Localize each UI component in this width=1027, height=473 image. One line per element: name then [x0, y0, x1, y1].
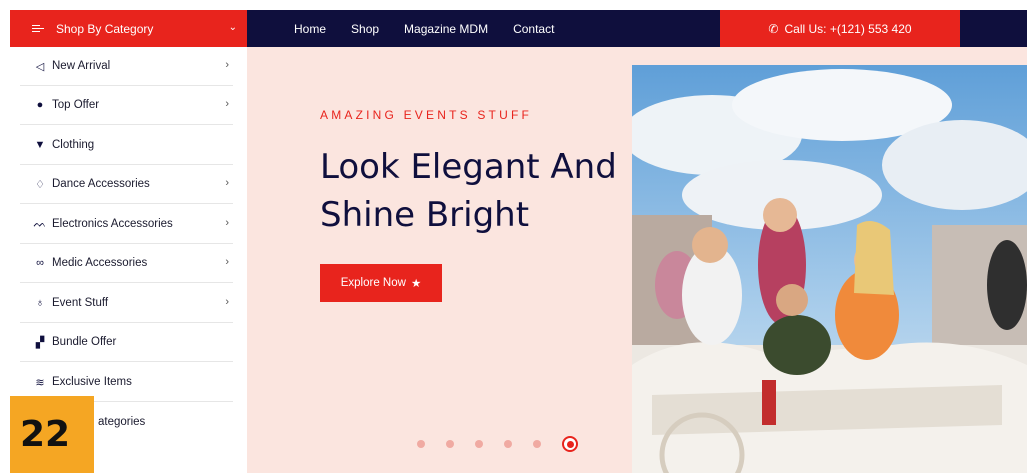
sidebar-item-medic-accessories[interactable]: ∞ Medic Accessories ›	[20, 244, 233, 283]
call-us-label: Call Us: +(121) 553 420	[784, 21, 912, 36]
chevron-right-icon: ›	[225, 296, 229, 308]
people-icon: ᨓ	[33, 217, 47, 230]
shop-by-category-button[interactable]: Shop By Category ⌄	[10, 10, 247, 47]
nav-link-shop[interactable]: Shop	[351, 22, 379, 36]
sidebar-item-new-arrival[interactable]: ◁ New Arrival ›	[20, 47, 233, 86]
sidebar-item-label: Exclusive Items	[52, 376, 132, 388]
chevron-down-icon: ⌄	[228, 22, 237, 33]
hero-slider: AMAZING EVENTS STUFF Look Elegant And Sh…	[247, 47, 1027, 473]
step-number-badge: 22	[10, 396, 94, 473]
slider-dot[interactable]	[504, 440, 512, 448]
slider-dots	[417, 436, 578, 452]
sidebar-item-label: Medic Accessories	[52, 257, 148, 269]
main-nav: Home Shop Magazine MDM Contact	[294, 10, 554, 47]
nav-link-contact[interactable]: Contact	[513, 22, 554, 36]
nav-link-magazine[interactable]: Magazine MDM	[404, 22, 488, 36]
sidebar-item-bundle-offer[interactable]: ▞ Bundle Offer	[20, 323, 233, 362]
chevron-right-icon: ›	[225, 256, 229, 268]
slider-dot-active[interactable]	[562, 436, 578, 452]
chevron-right-icon: ›	[225, 217, 229, 229]
top-navigation-bar: Shop By Category ⌄ Home Shop Magazine MD…	[10, 10, 1027, 47]
call-us-button[interactable]: ✆ Call Us: +(121) 553 420	[720, 10, 960, 47]
sidebar-item-event-stuff[interactable]: ♁ Event Stuff ›	[20, 284, 233, 323]
slider-dot[interactable]	[533, 440, 541, 448]
hero-eyebrow: AMAZING EVENTS STUFF	[320, 108, 533, 122]
sidebar-item-top-offer[interactable]: ● Top Offer ›	[20, 86, 233, 125]
sidebar-item-label: Dance Accessories	[52, 178, 150, 190]
hero-image	[632, 65, 1027, 473]
tshirt-icon: ▼	[34, 139, 46, 151]
sidebar-item-label: Event Stuff	[52, 297, 109, 309]
bag-icon: ●	[36, 99, 44, 111]
sidebar-item-clothing[interactable]: ▼ Clothing	[20, 126, 233, 165]
boxes-icon: ▞	[35, 336, 45, 349]
chevron-right-icon: ›	[225, 177, 229, 189]
megaphone-icon: ◁	[35, 60, 45, 73]
lightbulb-icon: ♁	[35, 297, 45, 309]
sidebar-item-label: New Arrival	[52, 60, 111, 72]
slider-dot[interactable]	[417, 440, 425, 448]
sidebar-item-label: Electronics Accessories	[52, 218, 173, 230]
page: Shop By Category ⌄ Home Shop Magazine MD…	[0, 0, 1027, 473]
slider-dot[interactable]	[446, 440, 454, 448]
star-icon: ★	[410, 278, 422, 290]
chevron-right-icon: ›	[225, 59, 229, 71]
hero-headline: Look Elegant And Shine Bright	[320, 147, 617, 235]
explore-now-label: Explore Now	[340, 277, 406, 289]
sidebar-item-dance-accessories[interactable]: ♢ Dance Accessories ›	[20, 165, 233, 204]
phone-icon: ✆	[768, 21, 779, 36]
menu-icon	[32, 25, 46, 32]
party-carriage-photo	[632, 65, 1027, 473]
nav-link-home[interactable]: Home	[294, 22, 326, 36]
layers-icon: ≋	[35, 376, 45, 389]
shop-by-category-label: Shop By Category	[56, 21, 154, 36]
category-sidebar: ◁ New Arrival › ● Top Offer › ▼ Clothing…	[20, 47, 247, 453]
sidebar-item-electronics-accessories[interactable]: ᨓ Electronics Accessories ›	[20, 205, 233, 244]
sidebar-item-label: Bundle Offer	[52, 336, 117, 348]
sidebar-item-label: ategories	[98, 415, 146, 428]
diamond-icon: ♢	[35, 178, 45, 191]
explore-now-button[interactable]: Explore Now ★	[320, 264, 442, 302]
sidebar-item-label: Clothing	[52, 139, 95, 151]
binoculars-icon: ∞	[36, 257, 44, 269]
sidebar-item-label: Top Offer	[52, 99, 100, 111]
chevron-right-icon: ›	[225, 98, 229, 110]
slider-dot[interactable]	[475, 440, 483, 448]
